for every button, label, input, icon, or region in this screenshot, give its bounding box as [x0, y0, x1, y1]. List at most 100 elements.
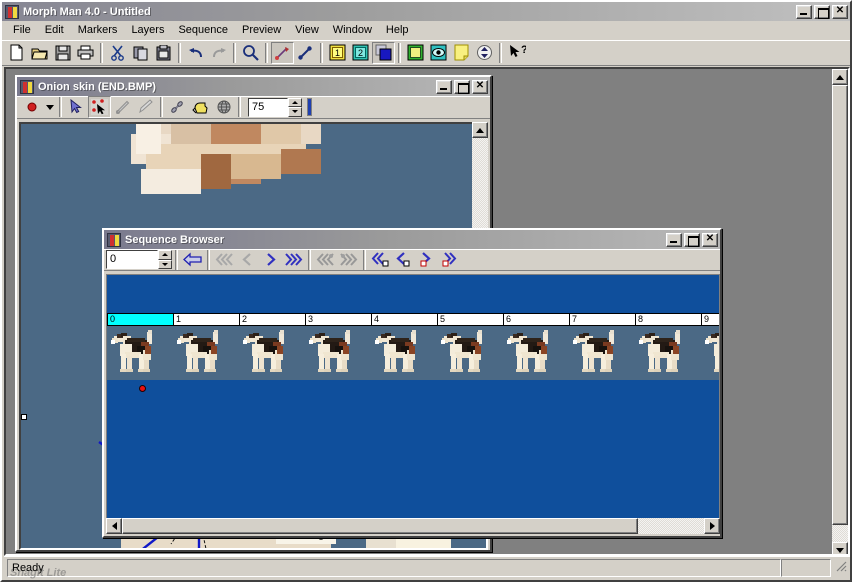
nav-prev-frame[interactable]	[236, 249, 259, 270]
marker-color-dropdown-icon[interactable]	[43, 96, 56, 118]
sequence-close-button[interactable]: ✕	[702, 232, 718, 247]
mdi-vscroll-track[interactable]	[832, 525, 848, 542]
redo-icon[interactable]	[207, 42, 230, 64]
onion-scroll-up-button[interactable]	[472, 122, 488, 138]
chain-link-tool[interactable]	[166, 96, 189, 118]
ruler-cell[interactable]: 5	[437, 313, 503, 326]
frame-increment-button[interactable]	[158, 250, 172, 260]
sequence-horizontal-scrollbar[interactable]	[106, 518, 720, 534]
thumbnail-item[interactable]	[107, 326, 173, 380]
frame-ruler[interactable]: 0 1 2 3 4 5 6 7 8 9	[107, 313, 719, 326]
nav-back-arrow[interactable]	[181, 249, 204, 270]
thumbnail-item[interactable]	[173, 326, 239, 380]
sequence-maximize-button[interactable]	[684, 232, 700, 247]
frame-number-input[interactable]: 0	[106, 250, 158, 269]
onion-opacity-spinner[interactable]: 75	[248, 97, 302, 117]
zoom-magnifier-icon[interactable]	[239, 42, 262, 64]
ruler-cell[interactable]: 0	[107, 313, 173, 326]
thumbnail-item[interactable]	[701, 326, 719, 380]
save-disk-icon[interactable]	[51, 42, 74, 64]
sequence-scroll-right-button[interactable]	[704, 518, 720, 534]
sequence-browser-canvas[interactable]: 0 1 2 3 4 5 6 7 8 9	[106, 274, 720, 522]
onion-close-button[interactable]: ✕	[472, 79, 488, 94]
sequence-hscroll-track[interactable]	[638, 518, 704, 534]
red-marker-dot[interactable]	[139, 385, 146, 392]
onion-opacity-decrement[interactable]	[288, 107, 302, 117]
nav-next-marked[interactable]	[415, 249, 438, 270]
menu-item-layers[interactable]: Layers	[124, 22, 171, 38]
thumbnail-item[interactable]	[239, 326, 305, 380]
ruler-cell[interactable]: 3	[305, 313, 371, 326]
sequence-scroll-left-button[interactable]	[106, 518, 122, 534]
frame-spin-buttons[interactable]	[158, 250, 172, 269]
mdi-scroll-down-button[interactable]	[832, 542, 848, 554]
marker-pen-icon[interactable]	[271, 41, 294, 64]
resize-grip[interactable]	[834, 559, 848, 577]
ruler-cell[interactable]: 7	[569, 313, 635, 326]
ruler-cell[interactable]: 1	[173, 313, 239, 326]
menu-item-window[interactable]: Window	[326, 22, 379, 38]
nav-first-frame[interactable]	[213, 249, 236, 270]
nav-last-frame[interactable]	[282, 249, 305, 270]
ruler-cell[interactable]: 6	[503, 313, 569, 326]
maximize-button[interactable]	[814, 4, 830, 19]
onion-edge-marker[interactable]	[21, 414, 27, 420]
thumbnail-item[interactable]	[305, 326, 371, 380]
frame-number-spinner[interactable]: 0	[106, 250, 172, 269]
nav-next-frame[interactable]	[259, 249, 282, 270]
thumbnail-item[interactable]	[437, 326, 503, 380]
pen-tool[interactable]	[111, 96, 134, 118]
close-button[interactable]: ✕	[832, 4, 848, 19]
nav-prev-marked[interactable]	[392, 249, 415, 270]
onion-opacity-value[interactable]: 75	[248, 97, 288, 117]
mdi-scroll-up-button[interactable]	[832, 69, 848, 85]
menu-item-view[interactable]: View	[288, 22, 326, 38]
copy-icon[interactable]	[129, 42, 152, 64]
layer-two-icon[interactable]: 2	[349, 42, 372, 64]
sequence-minimize-button[interactable]	[666, 232, 682, 247]
new-file-icon[interactable]	[5, 42, 28, 64]
minimize-button[interactable]	[796, 4, 812, 19]
hand-pan-tool[interactable]	[189, 96, 212, 118]
ruler-cell[interactable]: 2	[239, 313, 305, 326]
thumbnail-item[interactable]	[569, 326, 635, 380]
select-arrow-tool[interactable]	[65, 96, 88, 118]
onion-minimize-button[interactable]	[436, 79, 452, 94]
onion-skin-icon[interactable]	[404, 42, 427, 64]
thumbnail-item[interactable]	[371, 326, 437, 380]
menu-item-edit[interactable]: Edit	[38, 22, 71, 38]
marker-link-icon[interactable]	[294, 42, 317, 64]
menu-item-file[interactable]: File	[6, 22, 38, 38]
mesh-globe-tool[interactable]	[212, 96, 235, 118]
paste-icon[interactable]	[152, 42, 175, 64]
mdi-vertical-scrollbar[interactable]	[832, 69, 848, 554]
nav-first-marked[interactable]	[369, 249, 392, 270]
ruler-cell[interactable]: 8	[635, 313, 701, 326]
frame-decrement-button[interactable]	[158, 259, 172, 269]
eraser-tool[interactable]	[134, 96, 157, 118]
select-markers-tool[interactable]	[88, 96, 111, 118]
menu-item-sequence[interactable]: Sequence	[171, 22, 235, 38]
onion-opacity-increment[interactable]	[288, 97, 302, 107]
thumbnail-item[interactable]	[635, 326, 701, 380]
layer-one-icon[interactable]: 1	[326, 42, 349, 64]
layer-blend-icon[interactable]	[372, 41, 395, 64]
mdi-vscroll-thumb[interactable]	[832, 85, 848, 525]
help-pointer-icon[interactable]: ?	[505, 42, 528, 64]
marker-color-swatch[interactable]	[20, 96, 43, 118]
menu-item-preview[interactable]: Preview	[235, 22, 288, 38]
note-icon[interactable]	[450, 42, 473, 64]
thumbnail-strip[interactable]	[107, 326, 719, 380]
ruler-cell[interactable]: 4	[371, 313, 437, 326]
print-icon[interactable]	[74, 42, 97, 64]
cut-scissors-icon[interactable]	[106, 42, 129, 64]
morph-updown-icon[interactable]	[473, 42, 496, 64]
onion-maximize-button[interactable]	[454, 79, 470, 94]
nav-last-marked[interactable]	[438, 249, 461, 270]
menu-item-markers[interactable]: Markers	[71, 22, 125, 38]
open-folder-icon[interactable]	[28, 42, 51, 64]
menu-item-help[interactable]: Help	[379, 22, 416, 38]
sequence-hscroll-thumb[interactable]	[122, 518, 638, 534]
undo-icon[interactable]	[184, 42, 207, 64]
preview-eye-icon[interactable]	[427, 42, 450, 64]
